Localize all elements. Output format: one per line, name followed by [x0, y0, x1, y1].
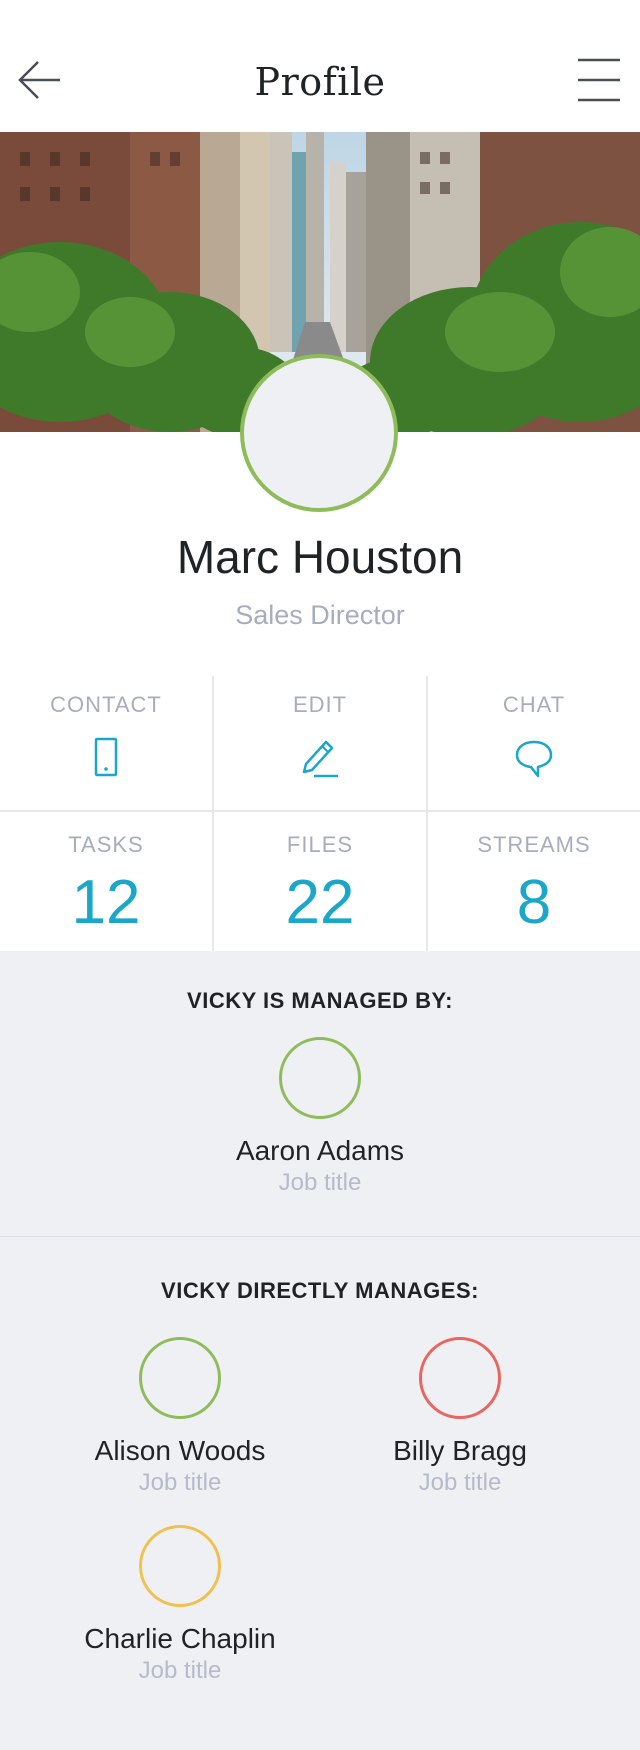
header-bar: Profile — [0, 0, 640, 132]
avatar — [419, 1337, 501, 1419]
direct-report-card[interactable]: Billy Bragg Job title — [320, 1337, 600, 1497]
stat-value: 8 — [516, 868, 552, 937]
page-title: Profile — [254, 60, 386, 104]
direct-report-card[interactable]: Charlie Chaplin Job title — [40, 1525, 320, 1685]
manager-card[interactable]: Aaron Adams Job title — [180, 1037, 460, 1197]
hamburger-menu-icon — [578, 58, 620, 102]
menu-button[interactable] — [574, 54, 624, 102]
section-divider — [0, 1236, 640, 1237]
person-job-title: Job title — [418, 1469, 502, 1496]
contact-action[interactable]: CONTACT — [0, 692, 212, 780]
managed-by-heading: VICKY IS MANAGED BY: — [187, 988, 453, 1013]
phone-icon — [94, 737, 118, 777]
person-name: Alison Woods — [94, 1435, 266, 1466]
files-stat[interactable]: FILES 22 — [214, 832, 426, 934]
direct-reports-heading: VICKY DIRECTLY MANAGES: — [161, 1278, 479, 1303]
action-label: CHAT — [502, 692, 566, 717]
profile-avatar[interactable] — [240, 354, 398, 512]
tasks-stat[interactable]: TASKS 12 — [0, 832, 212, 934]
stat-label: STREAMS — [477, 832, 591, 857]
stat-value: 22 — [285, 868, 355, 937]
action-label: CONTACT — [50, 692, 162, 717]
person-name: Aaron Adams — [235, 1135, 405, 1166]
stat-label: TASKS — [68, 832, 144, 857]
person-name: Charlie Chaplin — [84, 1623, 276, 1654]
chat-action[interactable]: CHAT — [428, 692, 640, 780]
chat-bubble-icon — [515, 740, 553, 778]
action-label: EDIT — [292, 692, 348, 717]
avatar — [139, 1337, 221, 1419]
profile-name: Marc Houston — [176, 531, 464, 583]
stat-value: 12 — [71, 868, 141, 937]
stat-label: FILES — [286, 832, 354, 857]
pencil-icon — [302, 740, 338, 778]
avatar — [279, 1037, 361, 1119]
person-job-title: Job title — [138, 1469, 222, 1496]
grid-divider — [0, 810, 640, 812]
person-job-title: Job title — [278, 1169, 362, 1196]
streams-stat[interactable]: STREAMS 8 — [428, 832, 640, 934]
person-name: Billy Bragg — [393, 1435, 527, 1466]
edit-action[interactable]: EDIT — [214, 692, 426, 780]
direct-report-card[interactable]: Alison Woods Job title — [40, 1337, 320, 1497]
person-job-title: Job title — [138, 1657, 222, 1684]
profile-role: Sales Director — [235, 600, 405, 630]
avatar — [139, 1525, 221, 1607]
